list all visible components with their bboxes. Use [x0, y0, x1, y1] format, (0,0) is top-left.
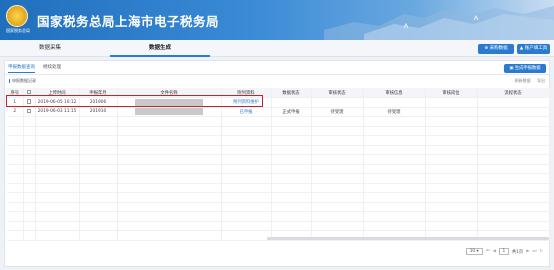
- row-period: 201910: [79, 107, 118, 117]
- refresh-icon[interactable]: ↻: [539, 249, 543, 254]
- first-page-icon[interactable]: ⏮: [486, 249, 490, 254]
- header-banner: 国家税务总局 国家税务总局上海市电子税务局: [0, 0, 554, 40]
- purchase-data-button[interactable]: ⊕ 采购数据: [478, 44, 514, 54]
- tax-emblem-icon: [6, 5, 28, 27]
- pagination: 10 ▾ ⏮ ◀ 1 共1页 ▶ ⏭ ↻: [465, 248, 543, 255]
- row-index: 2: [7, 107, 24, 117]
- table-row[interactable]: 2 2019-06-03 11:15 201910 已申报 正式申报 待受理 待…: [7, 107, 550, 117]
- tab-data-collection[interactable]: 数据采集: [0, 40, 100, 57]
- page-size-select[interactable]: 10 ▾: [465, 248, 483, 255]
- row-file-name: [117, 107, 222, 117]
- subtab-bar: 申报数据查询 继续处理 ▣ 生成申报数据: [5, 61, 549, 75]
- last-page-icon[interactable]: ⏭: [533, 249, 537, 254]
- table-row-empty: [7, 135, 550, 146]
- col-audit-info: 审核信息: [363, 88, 426, 98]
- row-data-status: 正式申报: [271, 107, 312, 117]
- row-audit-info: 待受理: [363, 107, 426, 117]
- table-row-empty: [7, 145, 550, 155]
- next-page-icon[interactable]: ▶: [526, 249, 529, 254]
- row-attachment[interactable]: 已申报: [221, 107, 272, 117]
- great-wall-illustration: [324, 6, 554, 40]
- main-panel: 申报数据查询 继续处理 ▣ 生成申报数据 申报数据记录 刷新数据 导出 序号 上…: [4, 60, 550, 267]
- export-button[interactable]: 导出: [537, 78, 545, 83]
- row-checkbox[interactable]: [26, 108, 32, 114]
- row-data-status: [271, 97, 312, 108]
- row-audit-post: [425, 97, 478, 108]
- table-row-empty: [7, 211, 550, 222]
- col-flow-status: 流程状态: [477, 88, 550, 98]
- purchase-data-label: 采购数据: [489, 46, 508, 51]
- row-audit-status: 待受理: [311, 107, 364, 117]
- table-row-empty: [7, 202, 550, 212]
- select-all-checkbox[interactable]: [26, 89, 32, 95]
- row-flow-status: [477, 107, 550, 117]
- generate-data-label: 生成申报数据: [514, 66, 541, 71]
- highlight-box: [6, 95, 263, 107]
- table-row-empty: [7, 116, 550, 127]
- table-tools: 刷新数据 导出: [510, 78, 545, 84]
- horizontal-scrollbar[interactable]: [267, 237, 549, 240]
- col-data-status: 数据状态: [271, 88, 312, 98]
- site-title: 国家税务总局上海市电子税务局: [37, 14, 220, 29]
- page-total: 共1页: [511, 249, 524, 255]
- row-flow-status: [477, 97, 550, 108]
- generate-data-button[interactable]: ▣ 生成申报数据: [504, 64, 546, 73]
- subtab-query[interactable]: 申报数据查询: [8, 64, 35, 73]
- redacted-file-name: [135, 108, 203, 116]
- table-row-empty: [7, 173, 550, 184]
- page-size-value: 10: [469, 249, 476, 254]
- table-row-empty: [7, 126, 550, 136]
- row-upload-time: 2019-06-03 11:15: [35, 107, 80, 117]
- col-audit-status: 审核状态: [311, 88, 364, 98]
- table-row-empty: [7, 154, 550, 165]
- col-audit-post: 审核岗位: [425, 88, 478, 98]
- account-tool-button[interactable]: ▲ 账户填工具: [517, 44, 550, 54]
- row-select[interactable]: [23, 107, 36, 117]
- page-input[interactable]: 1: [498, 248, 509, 255]
- table-row-empty: [7, 221, 550, 231]
- subtab-continue[interactable]: 继续处理: [43, 64, 61, 70]
- tab-data-generation[interactable]: 数据生成: [110, 40, 210, 57]
- account-tool-label: 账户填工具: [524, 46, 548, 51]
- top-nav: 数据采集 数据生成 ⊕ 采购数据 ▲ 账户填工具: [0, 40, 554, 57]
- data-table: 序号 上传时间 申报年月 文件名称 附列资料 数据状态 审核状态 审核信息 审核…: [7, 88, 550, 241]
- row-audit-status: [311, 97, 364, 108]
- table-row-empty: [7, 192, 550, 203]
- refresh-button[interactable]: 刷新数据: [515, 78, 531, 83]
- prev-page-icon[interactable]: ◀: [493, 249, 496, 254]
- row-audit-info: [363, 97, 426, 108]
- emblem-caption: 国家税务总局: [6, 28, 30, 33]
- section-label: 申报数据记录: [9, 78, 36, 84]
- table-row-empty: [7, 183, 550, 193]
- declared-link[interactable]: 已申报: [240, 110, 253, 115]
- table-row-empty: [7, 164, 550, 174]
- row-audit-post: [425, 107, 478, 117]
